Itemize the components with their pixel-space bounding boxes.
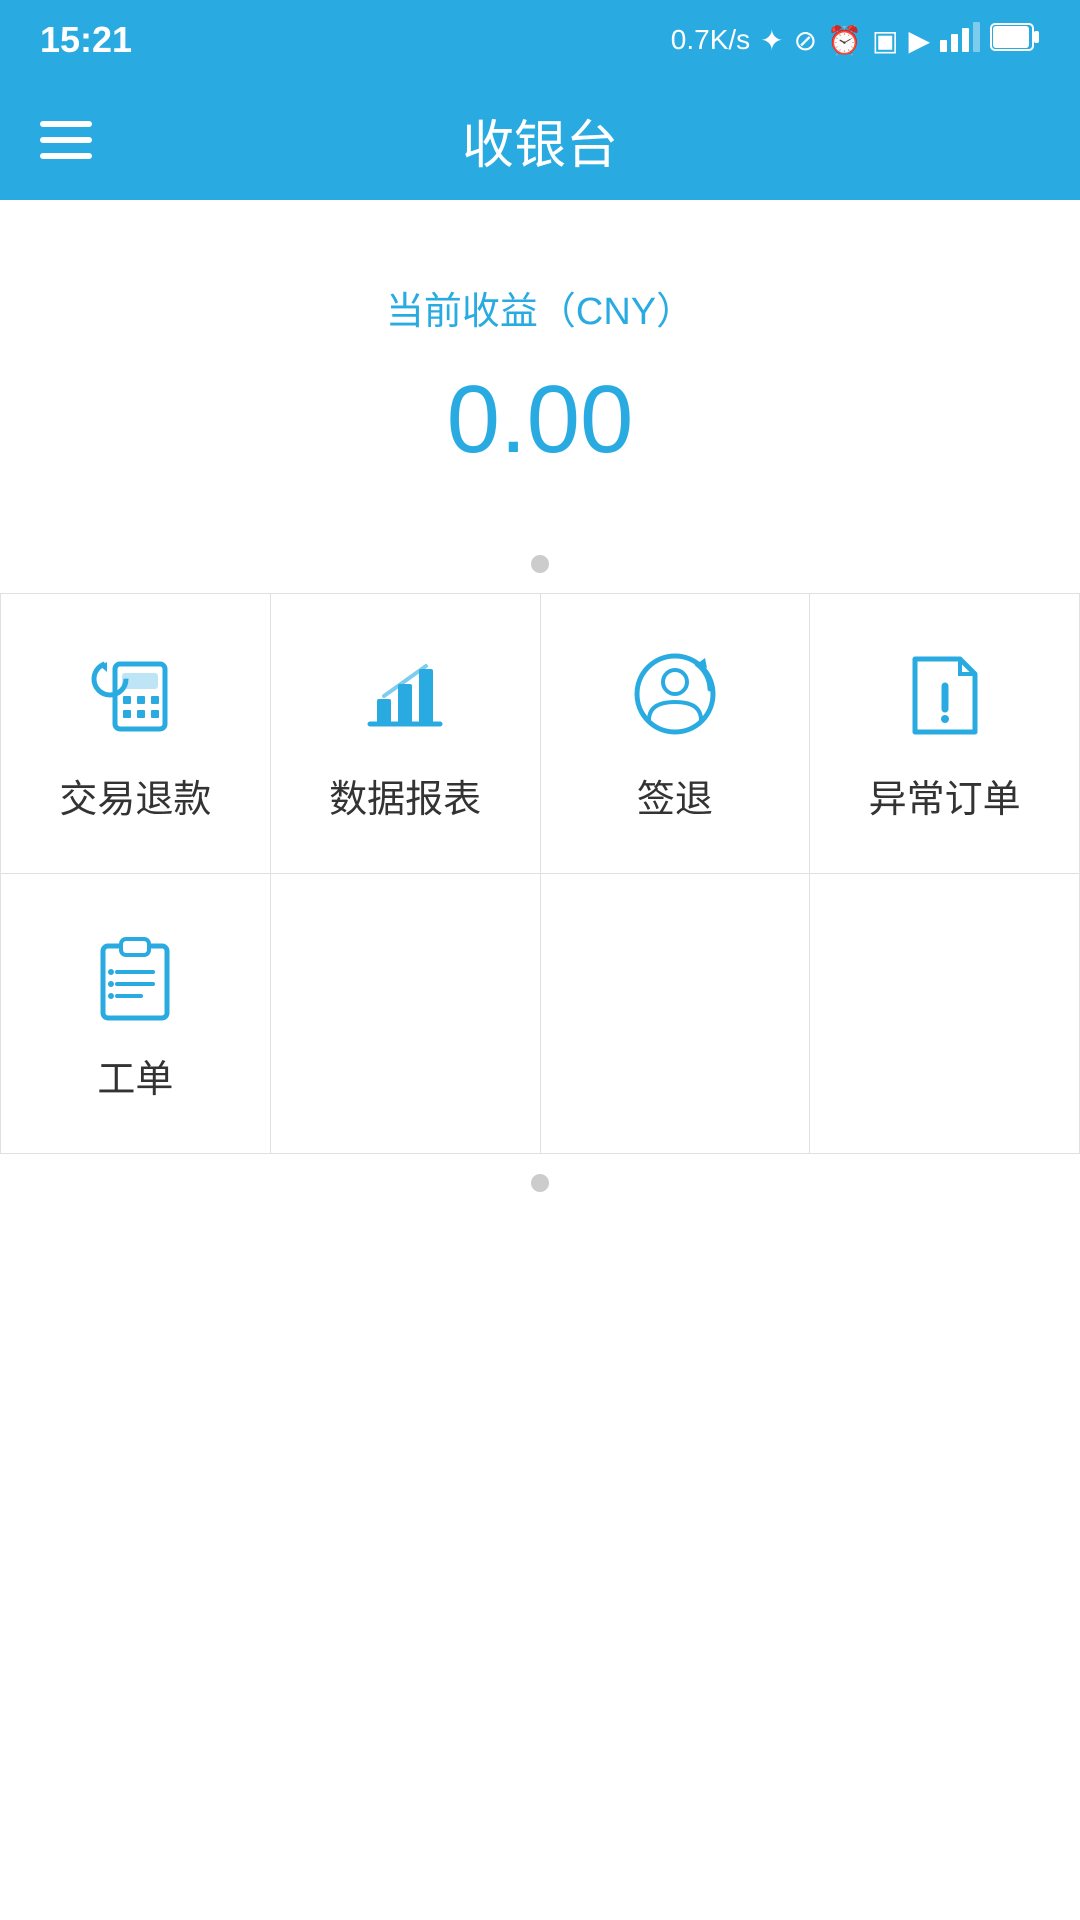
abnormal-icon: [895, 644, 995, 744]
main-content: 当前收益（CNY） 0.00: [0, 200, 1080, 1832]
balance-section: 当前收益（CNY） 0.00: [0, 200, 1080, 535]
empty-space: [0, 1232, 1080, 1832]
page-dot-active: [531, 555, 549, 573]
refund-icon: [85, 644, 185, 744]
balance-label: 当前收益（CNY）: [40, 280, 1040, 335]
refund-label: 交易退款: [59, 768, 211, 823]
battery-icon: [990, 23, 1040, 58]
grid-menu: 交易退款 数据报表: [0, 593, 1080, 1154]
no-disturb-icon: ⊘: [794, 24, 817, 57]
hamburger-line-2: [40, 137, 92, 143]
grid-item-empty-1: [271, 874, 541, 1154]
grid-item-checkout[interactable]: 签退: [541, 594, 811, 874]
grid-item-refund[interactable]: 交易退款: [1, 594, 271, 874]
checkout-label: 签退: [637, 768, 713, 823]
balance-amount: 0.00: [40, 365, 1040, 475]
status-icons: 0.7K/s ✦ ⊘ ⏰ ▣ ▶: [671, 22, 1040, 59]
sim-icon: ▣: [872, 24, 898, 57]
bottom-dot: [531, 1174, 549, 1192]
status-bar: 15:21 0.7K/s ✦ ⊘ ⏰ ▣ ▶: [0, 0, 1080, 80]
abnormal-label: 异常订单: [869, 768, 1021, 823]
bottom-indicator: [0, 1154, 1080, 1232]
workorder-label: 工单: [97, 1048, 173, 1103]
page-indicator: [0, 535, 1080, 593]
grid-row-1: 交易退款 数据报表: [1, 594, 1080, 874]
report-icon: [355, 644, 455, 744]
hamburger-line-1: [40, 121, 92, 127]
signal-bars: [940, 22, 980, 59]
signal-icon: ▶: [908, 24, 930, 57]
hamburger-line-3: [40, 153, 92, 159]
grid-row-2: 工单: [1, 874, 1080, 1154]
network-speed: 0.7K/s: [671, 24, 750, 56]
bluetooth-icon: ✦: [760, 24, 783, 57]
checkout-icon: [625, 644, 725, 744]
app-header: 收银台: [0, 80, 1080, 200]
workorder-icon: [85, 924, 185, 1024]
report-label: 数据报表: [329, 768, 481, 823]
grid-item-empty-3: [810, 874, 1080, 1154]
grid-item-report[interactable]: 数据报表: [271, 594, 541, 874]
alarm-icon: ⏰: [827, 24, 862, 57]
grid-item-empty-2: [541, 874, 811, 1154]
page-title: 收银台: [462, 103, 618, 178]
menu-button[interactable]: [40, 121, 92, 159]
grid-item-abnormal[interactable]: 异常订单: [810, 594, 1080, 874]
status-time: 15:21: [40, 19, 132, 61]
grid-item-workorder[interactable]: 工单: [1, 874, 271, 1154]
